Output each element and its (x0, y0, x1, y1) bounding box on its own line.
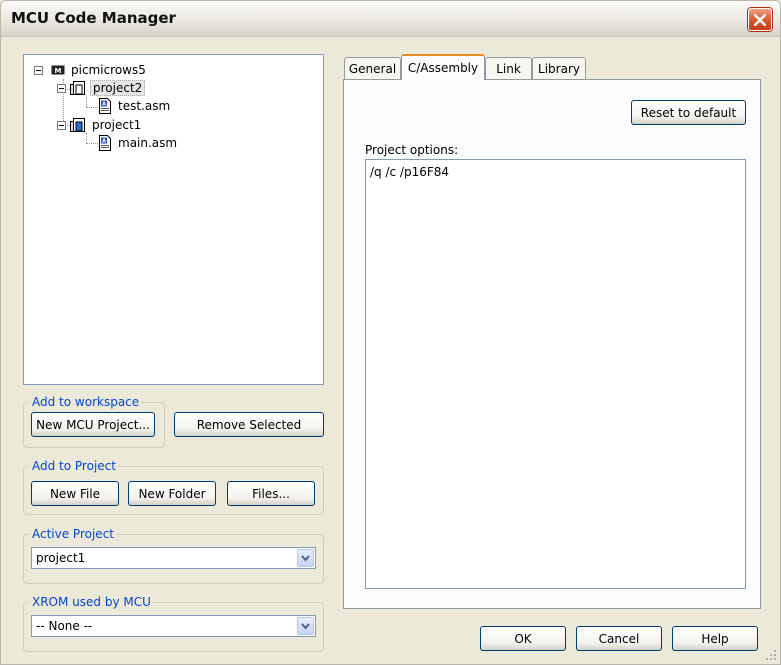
dropdown-button[interactable] (297, 617, 314, 635)
select-value: -- None -- (36, 619, 93, 633)
chevron-down-icon (301, 555, 310, 562)
tree-item-label: test.asm (118, 99, 171, 113)
xrom-select[interactable]: -- None -- (31, 615, 316, 637)
tree-connector (86, 107, 98, 108)
new-mcu-project-button[interactable]: New MCU Project... (31, 412, 155, 437)
svg-text:A: A (102, 139, 106, 145)
remove-selected-button[interactable]: Remove Selected (174, 412, 324, 437)
tab-label: Link (496, 61, 521, 76)
tree-item-label: project2 (90, 80, 146, 96)
asm-file-icon: A (99, 135, 111, 151)
tab-label: Library (538, 61, 580, 76)
tree-connector (86, 97, 87, 107)
group-legend: XROM used by MCU (30, 595, 153, 609)
asm-file-icon: A (99, 98, 111, 114)
dropdown-button[interactable] (297, 549, 314, 567)
group-legend: Active Project (30, 527, 116, 541)
tab-link[interactable]: Link (485, 57, 532, 79)
tree-connector (86, 133, 87, 143)
group-legend: Add to workspace (30, 395, 142, 409)
tab-label: General (348, 61, 397, 76)
window-title: MCU Code Manager (11, 9, 176, 27)
tree-item-label: main.asm (118, 136, 178, 150)
mcu-chip-icon: M (51, 65, 65, 75)
tree-item-label: project1 (92, 118, 142, 132)
mcu-code-manager-window: MCU Code Manager M picmicrows5 project2 … (0, 0, 781, 665)
collapse-toggle-icon[interactable] (57, 83, 66, 93)
title-bar[interactable]: MCU Code Manager (1, 1, 780, 37)
cancel-button[interactable]: Cancel (576, 626, 662, 651)
new-file-button[interactable]: New File (31, 481, 119, 506)
tree-item-label: picmicrows5 (71, 63, 146, 77)
tree-item-project1[interactable]: project1 (57, 116, 143, 134)
active-project-select[interactable]: project1 (31, 547, 316, 569)
project-icon (70, 81, 85, 95)
tab-label: C/Assembly (407, 61, 479, 75)
active-project-icon (70, 118, 85, 132)
project-options-value: /q /c /p16F84 (370, 165, 450, 179)
tree-item-test-asm[interactable]: A test.asm (98, 97, 172, 115)
svg-text:M: M (55, 67, 62, 75)
close-button[interactable] (748, 8, 772, 31)
collapse-toggle-icon[interactable] (57, 120, 66, 130)
tree-item-project2[interactable]: project2 (57, 79, 146, 97)
ok-button[interactable]: OK (480, 626, 566, 651)
files-button[interactable]: Files... (227, 481, 315, 506)
new-folder-button[interactable]: New Folder (128, 481, 216, 506)
project-options-label: Project options: (365, 143, 459, 157)
tree-item-root[interactable]: M picmicrows5 (34, 61, 148, 79)
resize-grip-icon[interactable] (765, 649, 777, 661)
tab-library[interactable]: Library (532, 57, 586, 79)
select-value: project1 (36, 551, 86, 565)
project-options-textarea[interactable]: /q /c /p16F84 (365, 159, 746, 589)
tree-item-main-asm[interactable]: A main.asm (98, 134, 179, 152)
svg-text:A: A (102, 102, 106, 108)
tab-general[interactable]: General (344, 57, 401, 79)
tree-connector (86, 143, 98, 144)
group-legend: Add to Project (30, 459, 118, 473)
project-tree[interactable]: M picmicrows5 project2 A test.asm projec… (23, 54, 324, 385)
close-icon (754, 14, 766, 26)
help-button[interactable]: Help (672, 626, 758, 651)
collapse-toggle-icon[interactable] (34, 65, 43, 75)
tab-c-assembly[interactable]: C/Assembly (401, 54, 485, 80)
reset-to-default-button[interactable]: Reset to default (631, 100, 746, 125)
chevron-down-icon (301, 623, 310, 630)
